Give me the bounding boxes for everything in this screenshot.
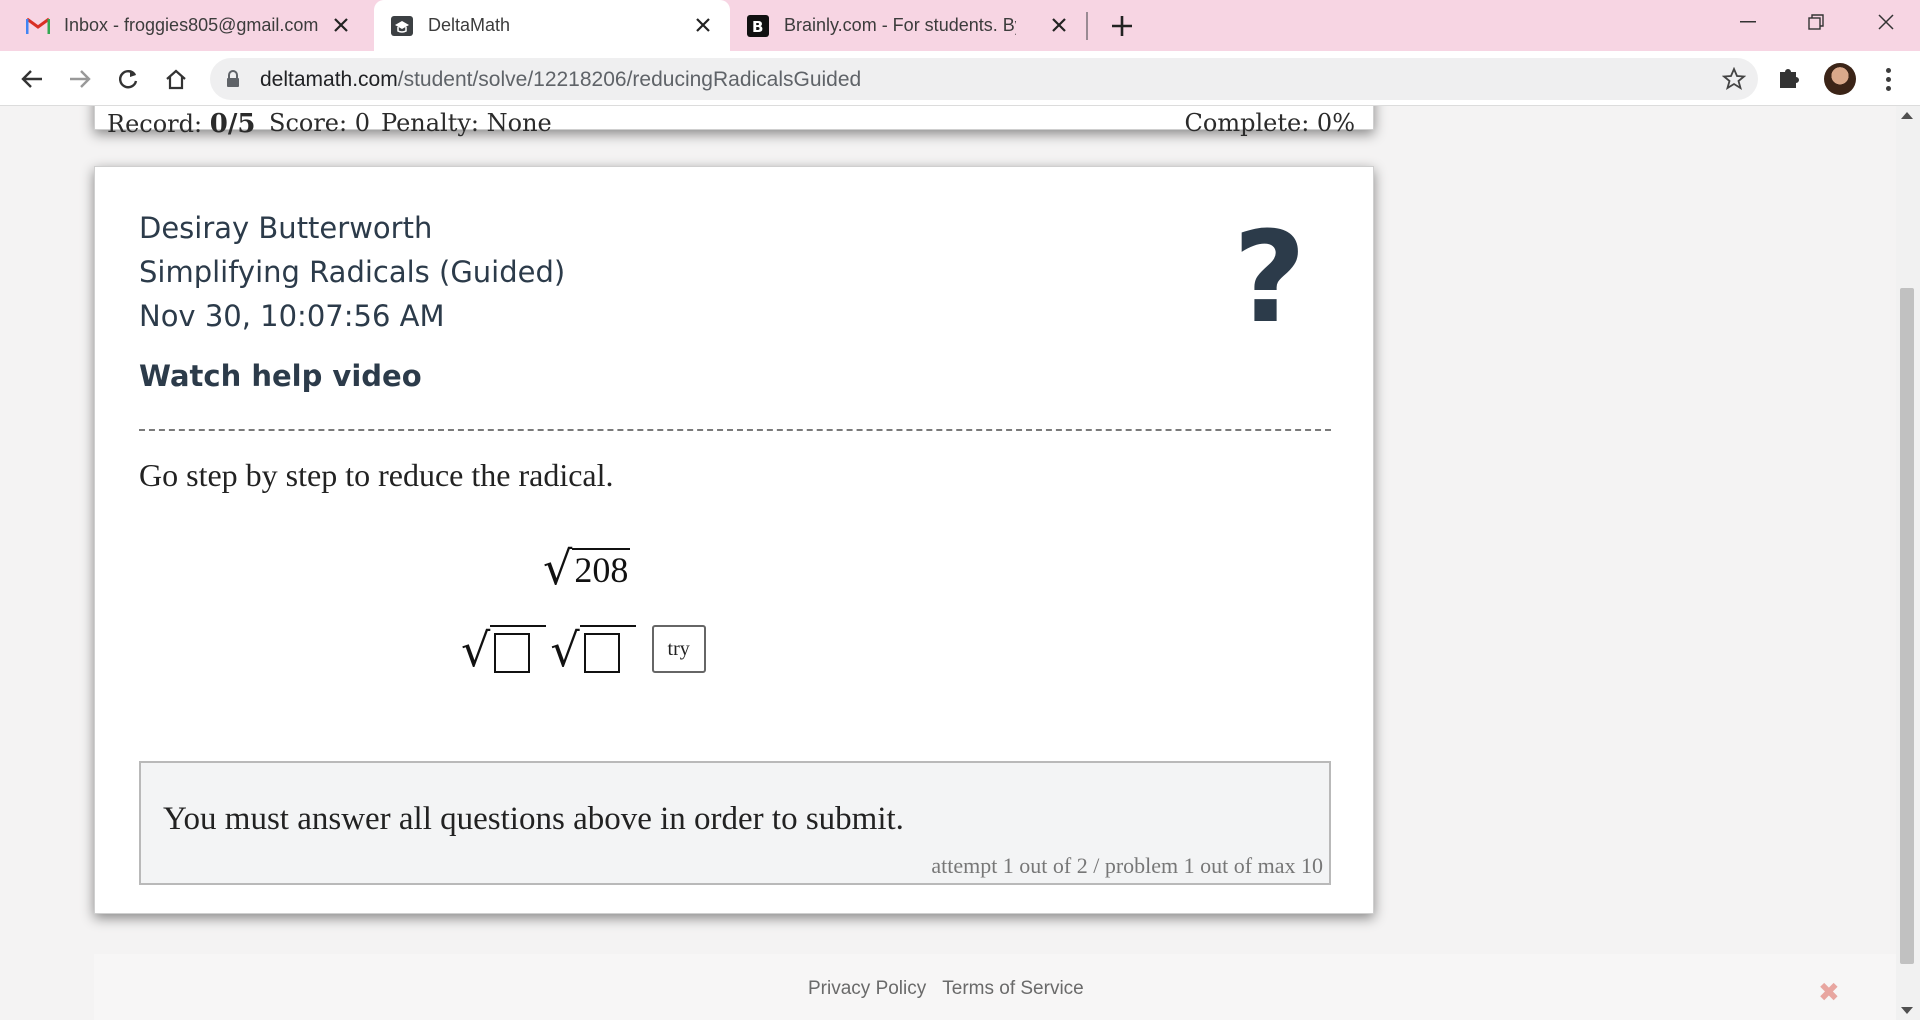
- gmail-icon: [26, 14, 50, 38]
- browser-toolbar: deltamath.com/student/solve/12218206/red…: [0, 51, 1920, 106]
- try-button[interactable]: try: [651, 625, 706, 673]
- record-value: 0/5: [209, 109, 256, 139]
- extensions-puzzle-icon[interactable]: [1776, 64, 1804, 92]
- submit-panel: You must answer all questions above in o…: [139, 761, 1331, 885]
- answer-radical-1: √: [461, 623, 547, 677]
- deltamath-icon: [390, 14, 414, 38]
- scrollbar-thumb[interactable]: [1900, 288, 1914, 964]
- page-footer: Privacy Policy Terms of Service: [94, 954, 1896, 1020]
- tab-title: Inbox - froggies805@gmail.com: [64, 15, 319, 35]
- radical-sign: √: [543, 541, 573, 595]
- vertical-scrollbar[interactable]: [1896, 106, 1920, 1020]
- tab-title: DeltaMath: [428, 15, 511, 35]
- status-bar: Record: 0/5 Score: 0 Penalty: None Compl…: [94, 106, 1374, 139]
- score-stat: Score: 0: [269, 109, 370, 137]
- reload-icon[interactable]: [112, 63, 144, 95]
- bookmark-star-icon[interactable]: [1721, 66, 1747, 91]
- problem-timestamp: Nov 30, 10:07:56 AM: [139, 299, 445, 333]
- close-tab-icon[interactable]: [692, 14, 714, 36]
- more-menu-icon[interactable]: [1874, 63, 1902, 95]
- svg-text:B: B: [752, 18, 763, 36]
- close-window-icon[interactable]: [1858, 0, 1914, 44]
- radical: √ 208: [543, 541, 631, 595]
- url-path: /student/solve/12218206/reducingRadicals…: [397, 68, 862, 91]
- scroll-down-arrow-icon[interactable]: [1901, 1007, 1913, 1014]
- tab-brainly[interactable]: B Brainly.com - For students. By stu: [746, 0, 1086, 51]
- home-icon[interactable]: [160, 63, 192, 95]
- answer-input-2[interactable]: [583, 633, 620, 673]
- tab-separator: [1086, 12, 1088, 40]
- address-bar[interactable]: deltamath.com/student/solve/12218206/red…: [210, 58, 1758, 100]
- problem-card: Desiray Butterworth Simplifying Radicals…: [94, 166, 1374, 914]
- attempt-info: attempt 1 out of 2 / problem 1 out of ma…: [931, 853, 1323, 878]
- close-tab-icon[interactable]: [1048, 14, 1070, 36]
- record-label: Record:: [107, 110, 203, 138]
- terms-of-service-link[interactable]: Terms of Service: [942, 978, 1083, 999]
- radical-overline: [490, 625, 547, 673]
- watch-help-video-link[interactable]: Watch help video: [139, 359, 422, 393]
- submit-message: You must answer all questions above in o…: [163, 801, 904, 837]
- privacy-policy-link[interactable]: Privacy Policy: [808, 978, 926, 999]
- url-host: deltamath.com: [260, 68, 398, 91]
- new-tab-icon[interactable]: [1108, 12, 1136, 40]
- radical-sign: √: [461, 623, 491, 677]
- radical-sign: √: [550, 623, 580, 677]
- tab-deltamath[interactable]: DeltaMath: [374, 0, 730, 51]
- page-viewport: Record: 0/5 Score: 0 Penalty: None Compl…: [0, 106, 1896, 1020]
- penalty-stat: Penalty: None: [381, 109, 552, 137]
- tab-gmail[interactable]: Inbox - froggies805@gmail.com: [26, 0, 368, 51]
- answer-input-1[interactable]: [494, 633, 531, 673]
- help-question-icon[interactable]: ?: [1233, 215, 1306, 341]
- radical-overline: [579, 625, 636, 673]
- brainly-icon: B: [746, 14, 770, 38]
- complete-stat: Complete: 0%: [1184, 109, 1355, 137]
- radicand: 208: [572, 547, 631, 590]
- student-name: Desiray Butterworth: [139, 211, 433, 245]
- restore-icon[interactable]: [1788, 0, 1844, 44]
- forward-icon[interactable]: [64, 63, 96, 95]
- scroll-up-arrow-icon[interactable]: [1901, 112, 1913, 119]
- footer-links: Privacy Policy Terms of Service: [808, 978, 1100, 1000]
- minimize-icon[interactable]: [1720, 0, 1776, 44]
- profile-avatar[interactable]: [1824, 63, 1856, 95]
- problem-prompt: Go step by step to reduce the radical.: [139, 457, 614, 493]
- footer-close-icon[interactable]: ✖: [1818, 980, 1840, 1006]
- url-text: deltamath.com/student/solve/12218206/red…: [260, 68, 861, 92]
- assignment-title: Simplifying Radicals (Guided): [139, 255, 566, 289]
- divider: [139, 429, 1331, 431]
- tab-title: Brainly.com - For students. By stu: [784, 15, 1016, 35]
- lock-icon: [226, 70, 244, 88]
- record-stat: Record: 0/5: [107, 109, 255, 139]
- close-tab-icon[interactable]: [330, 14, 352, 36]
- browser-tab-bar: Inbox - froggies805@gmail.com DeltaMath …: [0, 0, 1920, 51]
- answer-radical-2: √: [550, 623, 636, 677]
- back-icon[interactable]: [16, 63, 48, 95]
- answer-row: √ √ try: [461, 617, 706, 673]
- radical-expression: √ 208: [543, 541, 631, 595]
